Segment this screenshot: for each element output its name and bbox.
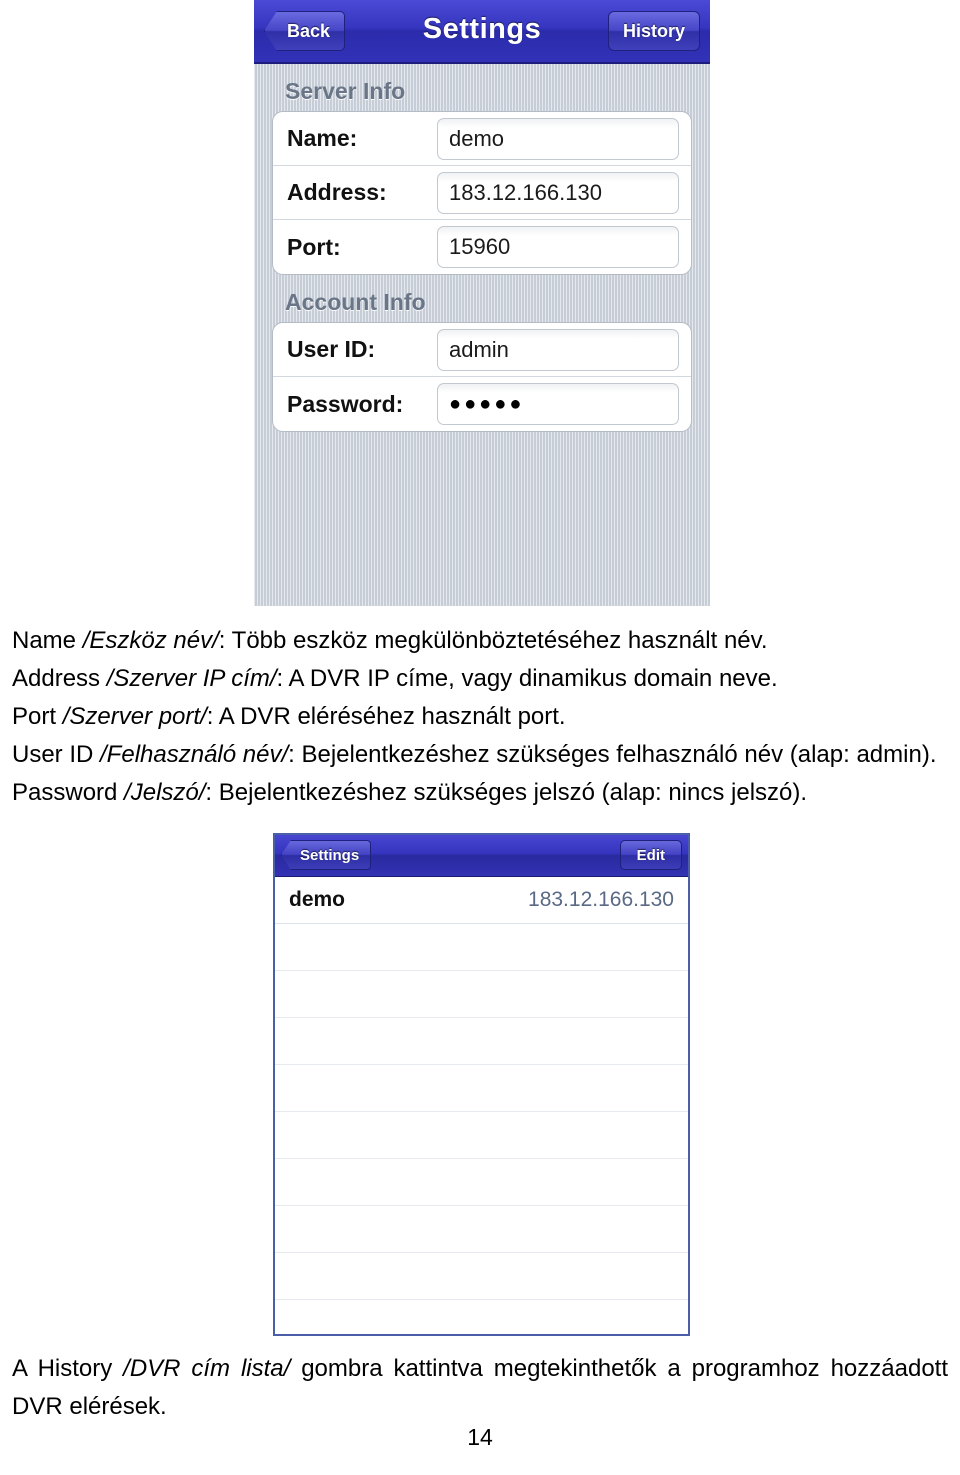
row-label-port: Port: [287, 233, 341, 260]
paragraph-name-translation: /Eszköz név/ [82, 627, 219, 654]
row-label-address: Address: [287, 179, 387, 205]
settings-screenshot: Back Settings History Server Info Name: … [254, 0, 710, 606]
list-item-empty[interactable] [275, 1206, 688, 1253]
name-input[interactable]: demo [437, 117, 679, 160]
edit-button-label: Edit [636, 846, 665, 864]
paragraph-port: Port /Szerver port/: A DVR eléréséhez ha… [12, 698, 948, 736]
row-label-name: Name: [287, 125, 358, 151]
user-id-input[interactable]: admin [437, 328, 679, 371]
row-password[interactable]: Password: ●●●●● [273, 377, 691, 431]
password-input[interactable]: ●●●●● [437, 383, 679, 425]
paragraph-name: Name /Eszköz név/: Több eszköz megkülönb… [12, 622, 948, 660]
list-item[interactable]: demo 183.12.166.130 [275, 877, 688, 924]
paragraph-password: Password /Jelszó/: Bejelentkezéshez szük… [12, 774, 948, 812]
paragraph-port-translation: /Szerver port/ [62, 703, 207, 730]
server-info-group: Name: demo Address: 183.12.166.130 Port:… [272, 111, 692, 275]
address-input[interactable]: 183.12.166.130 [437, 171, 679, 214]
paragraph-history: A History /DVR cím lista/ gombra kattint… [12, 1350, 948, 1426]
device-address: 183.12.166.130 [528, 888, 674, 911]
paragraph-password-translation: /Jelszó/ [124, 779, 206, 806]
list-item-empty[interactable] [275, 1253, 688, 1300]
paragraph-user-id-desc: : Bejelentkezéshez szükséges felhasználó… [288, 741, 937, 768]
paragraph-address-desc: : A DVR IP címe, vagy dinamikus domain n… [276, 665, 778, 692]
paragraph-name-desc: : Több eszköz megkülönböztetéséhez haszn… [218, 627, 768, 654]
list-item-empty[interactable] [275, 1112, 688, 1159]
row-address[interactable]: Address: 183.12.166.130 [273, 166, 691, 220]
list-item-empty[interactable] [275, 1065, 688, 1112]
row-port[interactable]: Port: 15960 [273, 220, 691, 274]
port-input[interactable]: 15960 [437, 226, 679, 268]
paragraph-name-term: Name [12, 627, 83, 654]
row-user-id[interactable]: User ID: admin [273, 323, 691, 377]
section-header-server-info: Server Info [285, 78, 406, 104]
row-label-user-id: User ID: [287, 336, 376, 362]
paragraph-password-term: Password [12, 779, 125, 806]
row-label-password: Password: [287, 390, 404, 417]
paragraph-port-desc: : A DVR eléréséhez használt port. [206, 703, 566, 730]
list-item-empty[interactable] [275, 924, 688, 971]
section-header-account-info: Account Info [285, 289, 426, 315]
history-button[interactable]: History [607, 11, 700, 51]
paragraph-address-term: Address [12, 665, 107, 692]
paragraph-user-id: User ID /Felhasználó név/: Bejelentkezés… [12, 736, 948, 774]
account-info-group: User ID: admin Password: ●●●●● [272, 322, 692, 432]
paragraph-history-translation: /DVR cím lista/ [123, 1355, 291, 1382]
settings-back-button-label: Settings [300, 846, 360, 864]
list-item-empty[interactable] [275, 1159, 688, 1206]
list-item-empty[interactable] [275, 971, 688, 1018]
edit-button[interactable]: Edit [619, 840, 682, 870]
paragraph-password-desc: : Bejelentkezéshez szükséges jelszó (ala… [205, 779, 808, 806]
device-list-screenshot: Settings Edit demo 183.12.166.130 [273, 833, 690, 1336]
device-list-navbar: Settings Edit [275, 835, 688, 877]
paragraph-address-translation: /Szerver IP cím/ [106, 665, 277, 692]
row-name[interactable]: Name: demo [273, 112, 691, 166]
list-item-empty[interactable] [275, 1018, 688, 1065]
paragraph-history-term: A History [12, 1355, 124, 1382]
settings-navbar: Back Settings History [254, 0, 710, 64]
paragraph-user-id-term: User ID [12, 741, 101, 768]
settings-back-button[interactable]: Settings [281, 840, 372, 870]
device-name: demo [289, 888, 346, 911]
paragraph-port-term: Port [12, 703, 63, 730]
paragraph-address: Address /Szerver IP cím/: A DVR IP címe,… [12, 660, 948, 698]
page-number: 14 [467, 1424, 493, 1450]
history-button-label: History [622, 20, 685, 41]
paragraph-user-id-translation: /Felhasználó név/ [100, 741, 289, 768]
